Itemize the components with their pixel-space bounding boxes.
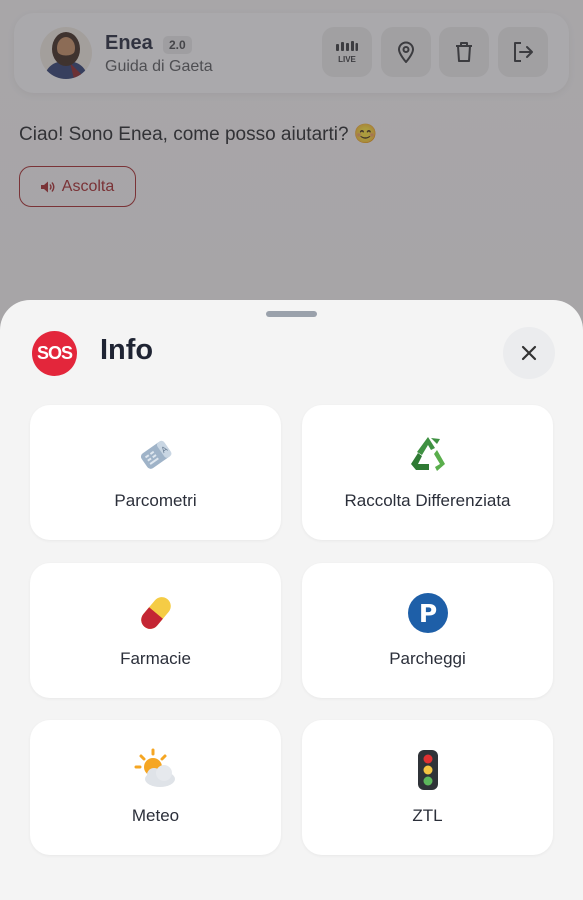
close-icon (521, 345, 537, 361)
info-card-farmacie[interactable]: Farmacie (30, 563, 281, 698)
sheet-drag-handle[interactable] (266, 311, 317, 317)
info-card-label: Farmacie (120, 649, 191, 668)
info-card-parcheggi[interactable]: P Parcheggi (302, 563, 553, 698)
info-card-meteo[interactable]: Meteo (30, 720, 281, 855)
info-card-label: Raccolta Differenziata (344, 491, 511, 510)
info-card-label: Parcometri (114, 491, 197, 510)
sun-cloud-icon (134, 748, 178, 792)
info-card-label: ZTL (412, 806, 443, 825)
pill-icon (134, 591, 178, 635)
svg-text:P: P (418, 599, 436, 628)
parking-icon: P (406, 591, 450, 635)
info-card-label: Meteo (131, 806, 180, 825)
close-button[interactable] (503, 327, 555, 379)
info-card-ztl[interactable]: ZTL (302, 720, 553, 855)
info-card-label: Parcheggi (389, 649, 466, 668)
sos-badge: SOS (32, 331, 77, 376)
info-card-raccolta-differenziata[interactable]: Raccolta Differenziata (302, 405, 553, 540)
info-sheet: SOS Info A Parcometri Raccolta Differenz… (0, 300, 583, 900)
traffic-light-icon (406, 748, 450, 792)
parking-meter-ticket-icon: A (134, 433, 178, 477)
info-card-parcometri[interactable]: A Parcometri (30, 405, 281, 540)
sheet-title: Info (100, 334, 154, 366)
recycle-icon (406, 433, 450, 477)
